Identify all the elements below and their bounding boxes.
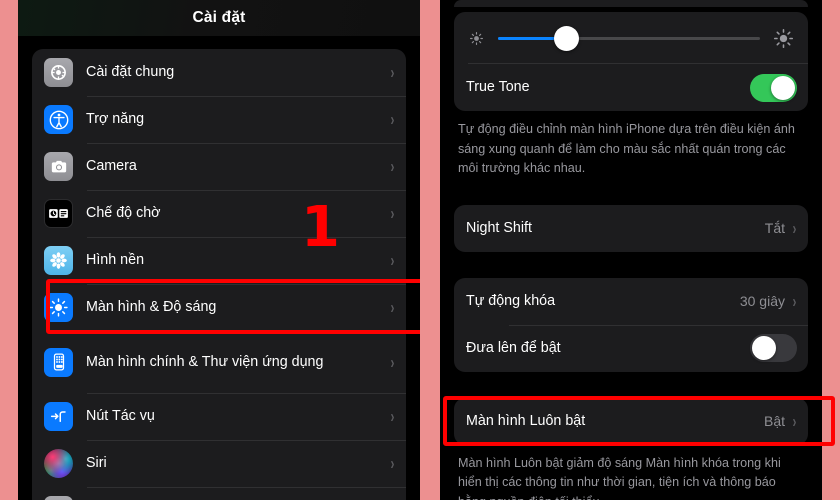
page-title: Cài đặt [192, 9, 246, 26]
toggle-knob [771, 75, 795, 100]
wallpaper-icon [44, 246, 73, 275]
sidebar-item-siri[interactable]: Siri › [32, 440, 406, 487]
chevron-right-icon: › [390, 250, 395, 271]
true-tone-label: True Tone [466, 79, 530, 96]
panel-divider [420, 0, 440, 500]
sidebar-item-wallpaper[interactable]: Hình nền › [32, 237, 406, 284]
brightness-slider[interactable] [498, 25, 760, 51]
true-tone-footnote: Tự động điều chỉnh màn hình iPhone dựa t… [458, 122, 795, 176]
true-tone-toggle[interactable] [750, 73, 797, 102]
chevron-right-icon: › [792, 218, 797, 239]
sidebar-item-label: Màn hình & Độ sáng [86, 299, 217, 316]
sidebar-item-label: Chế độ chờ [86, 205, 161, 222]
always-on-footnote: Màn hình Luôn bật giảm độ sáng Màn hình … [458, 455, 781, 500]
sidebar-item-action-button[interactable]: Nút Tác vụ › [32, 393, 406, 440]
sidebar-item-label: Màn hình chính & Thư viện ứng dụng [86, 353, 324, 370]
night-shift-value: Tắt [764, 220, 785, 237]
step-number-1: 1 [301, 195, 340, 260]
partial-icon [44, 496, 73, 500]
raise-to-wake-row[interactable]: Đưa lên để bật [454, 324, 808, 372]
raise-to-wake-toggle[interactable] [750, 334, 797, 363]
card-top-sliver [454, 0, 808, 7]
brightness-low-icon [468, 30, 485, 47]
chevron-right-icon: › [792, 291, 797, 312]
raise-to-wake-label: Đưa lên để bật [466, 339, 561, 356]
chevron-right-icon: › [390, 156, 395, 177]
standby-icon [44, 199, 73, 228]
home-screen-icon [44, 347, 73, 377]
chevron-right-icon: › [390, 406, 395, 427]
true-tone-row[interactable]: True Tone [454, 64, 808, 111]
night-shift-card: Night Shift Tắt › [454, 204, 808, 252]
sidebar-item-standby[interactable]: Chế độ chờ › [32, 190, 406, 237]
always-on-display-row[interactable]: Màn hình Luôn bật Bật › [454, 398, 808, 445]
sidebar-item-accessibility[interactable]: Trợ năng › [32, 96, 406, 143]
display-brightness-screen: True Tone Tự động điều chỉnh màn hình iP… [440, 0, 822, 500]
chevron-right-icon: › [390, 351, 395, 373]
sidebar-item-label: Cài đặt chung [86, 64, 175, 81]
accessibility-icon [44, 105, 73, 134]
chevron-right-icon: › [390, 203, 395, 224]
sidebar-item-label: Nút Tác vụ [86, 408, 155, 425]
display-settings-list[interactable]: True Tone Tự động điều chỉnh màn hình iP… [440, 0, 822, 500]
navigation-bar: Cài đặt [18, 0, 420, 37]
toggle-knob [752, 336, 776, 361]
sidebar-item-partial[interactable] [32, 487, 406, 500]
chevron-right-icon: › [792, 411, 797, 432]
sidebar-item-camera[interactable]: Camera › [32, 143, 406, 190]
always-on-label: Màn hình Luôn bật [466, 412, 586, 429]
brightness-high-icon [773, 28, 794, 49]
auto-lock-row[interactable]: Tự động khóa 30 giây › [454, 278, 808, 325]
sidebar-item-home-screen[interactable]: Màn hình chính & Thư viện ứng dụng › [32, 331, 406, 393]
chevron-right-icon: › [390, 109, 395, 130]
auto-lock-label: Tự động khóa [466, 292, 556, 309]
sidebar-item-general[interactable]: Cài đặt chung › [32, 49, 406, 96]
brightness-slider-row[interactable] [454, 12, 808, 64]
sidebar-item-label: Hình nền [86, 252, 145, 269]
camera-icon [44, 152, 73, 181]
always-on-card: Màn hình Luôn bật Bật › [454, 397, 808, 445]
auto-lock-value: 30 giây [739, 293, 785, 310]
settings-list[interactable]: Cài đặt chung › Trợ năng › Camera › Chế … [18, 49, 420, 500]
brightness-slider-knob[interactable] [554, 25, 580, 51]
sidebar-item-display-brightness[interactable]: Màn hình & Độ sáng › [32, 284, 406, 331]
sidebar-item-label: Siri [86, 455, 107, 472]
night-shift-label: Night Shift [466, 219, 532, 236]
brightness-card: True Tone [454, 12, 808, 111]
chevron-right-icon: › [390, 62, 395, 83]
sidebar-item-label: Camera [86, 158, 137, 175]
settings-screen: Cài đặt Cài đặt chung › Trợ năng › Camer… [18, 0, 420, 500]
auto-lock-card: Tự động khóa 30 giây › Đưa lên để bật [454, 277, 808, 372]
sidebar-item-label: Trợ năng [86, 111, 145, 128]
action-button-icon [44, 402, 73, 431]
screenshot-stage: Cài đặt Cài đặt chung › Trợ năng › Camer… [0, 0, 840, 500]
gear-icon [44, 58, 73, 87]
settings-group: Cài đặt chung › Trợ năng › Camera › Chế … [32, 49, 406, 500]
chevron-right-icon: › [390, 297, 395, 318]
brightness-icon [44, 293, 73, 322]
siri-icon [44, 449, 73, 478]
night-shift-row[interactable]: Night Shift Tắt › [454, 205, 808, 252]
always-on-value: Bật [763, 413, 785, 430]
chevron-right-icon: › [390, 453, 395, 474]
